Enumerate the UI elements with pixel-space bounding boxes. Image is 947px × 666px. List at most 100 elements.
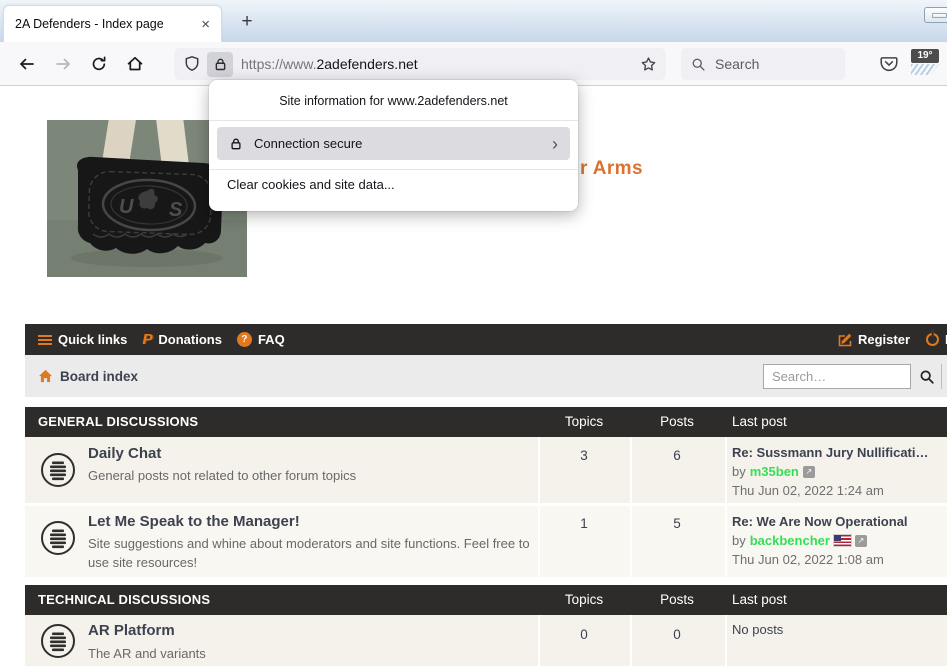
url-scheme: https://www.	[241, 56, 316, 72]
lock-icon-button[interactable]	[207, 52, 233, 77]
column-header-lastpost: Last post	[732, 407, 787, 437]
browser-tab[interactable]: 2A Defenders - Index page ×	[3, 5, 222, 42]
donations-button[interactable]: P Donations	[142, 332, 222, 347]
lastpost-time: Thu Jun 02, 2022 1:24 am	[732, 481, 944, 500]
tab-strip: 2A Defenders - Index page × +	[0, 0, 947, 42]
lock-icon	[229, 137, 243, 151]
site-info-popup: Site information for www.2adefenders.net…	[209, 80, 578, 211]
url-domain: 2adefenders.net	[316, 56, 417, 72]
lastpost-byline: by backbencher ↗	[732, 531, 944, 550]
forum-row-manager: Let Me Speak to the Manager! Site sugges…	[25, 506, 947, 577]
forum-navbar: Quick links P Donations ? FAQ Register	[25, 324, 947, 355]
popup-divider	[209, 169, 578, 170]
forum-description: Site suggestions and whine about moderat…	[88, 534, 533, 572]
by-label: by	[732, 462, 746, 481]
address-bar[interactable]: https://www.2adefenders.net	[174, 48, 666, 80]
weather-extension-icon[interactable]: 19°	[911, 49, 939, 75]
hamburger-icon	[38, 335, 52, 345]
by-label: by	[732, 531, 746, 550]
lastpost-title-link[interactable]: Re: We Are Now Operational	[732, 512, 944, 531]
browser-search-bar[interactable]: Search	[681, 48, 845, 80]
browser-window: 2A Defenders - Index page × + ht	[0, 0, 947, 666]
lastpost-author-link[interactable]: backbencher	[750, 531, 830, 550]
lock-icon	[213, 57, 228, 72]
topics-count: 0	[534, 627, 634, 642]
connection-secure-row[interactable]: Connection secure ›	[217, 127, 570, 160]
lastpost-author-link[interactable]: m35ben	[750, 462, 799, 481]
register-button[interactable]: Register	[838, 332, 910, 347]
new-tab-button[interactable]: +	[235, 10, 259, 34]
back-arrow-icon	[18, 55, 36, 73]
board-index-link[interactable]: Board index	[38, 355, 138, 397]
column-header-topics: Topics	[534, 407, 634, 437]
tab-title: 2A Defenders - Index page	[15, 17, 198, 31]
category-header-technical: TECHNICAL DISCUSSIONS Topics Posts Last …	[25, 585, 947, 615]
forward-button[interactable]	[48, 49, 78, 79]
forum-title-link[interactable]: AR Platform	[88, 622, 175, 639]
browser-search-placeholder: Search	[715, 56, 759, 72]
home-button[interactable]	[120, 49, 150, 79]
forum-row-ar-platform: AR Platform The AR and variants 0 0 No p…	[25, 615, 947, 666]
faq-button[interactable]: ? FAQ	[237, 332, 285, 347]
lastpost-title-link[interactable]: Re: Sussmann Jury Nullificati…	[732, 443, 944, 462]
forum-title-link[interactable]: Let Me Speak to the Manager!	[88, 513, 300, 530]
column-separator	[725, 437, 727, 503]
popup-title: Site information for www.2adefenders.net	[209, 80, 578, 108]
lastpost-time: Thu Jun 02, 2022 1:08 am	[732, 550, 944, 569]
search-divider	[941, 364, 942, 389]
tab-close-icon[interactable]: ×	[198, 17, 213, 32]
category-name: TECHNICAL DISCUSSIONS	[38, 585, 210, 615]
board-index-label: Board index	[60, 369, 138, 384]
minimize-icon	[932, 13, 947, 18]
url-text: https://www.2adefenders.net	[241, 56, 634, 72]
paypal-icon: P	[142, 332, 152, 347]
category-header-general: GENERAL DISCUSSIONS Topics Posts Last po…	[25, 407, 947, 437]
posts-count: 6	[627, 448, 727, 463]
quick-links-button[interactable]: Quick links	[38, 332, 127, 347]
back-button[interactable]	[12, 49, 42, 79]
forward-arrow-icon	[54, 55, 72, 73]
posts-count: 0	[627, 627, 727, 642]
category-name: GENERAL DISCUSSIONS	[38, 407, 198, 437]
goto-post-icon[interactable]: ↗	[855, 535, 867, 547]
column-header-posts: Posts	[627, 407, 727, 437]
donations-label: Donations	[158, 332, 222, 347]
question-icon: ?	[237, 332, 252, 347]
logo-letter-s: S	[169, 199, 183, 221]
forum-row-daily-chat: Daily Chat General posts not related to …	[25, 437, 947, 503]
column-header-lastpost: Last post	[732, 585, 787, 615]
posts-count: 5	[627, 516, 727, 531]
column-separator	[538, 437, 540, 503]
forum-search-input[interactable]	[763, 364, 911, 389]
goto-post-icon[interactable]: ↗	[803, 466, 815, 478]
forum-icon	[40, 452, 76, 488]
reload-icon	[90, 55, 108, 73]
clear-cookies-row[interactable]: Clear cookies and site data...	[227, 177, 395, 192]
window-minimize-button[interactable]	[924, 7, 947, 23]
forum-title-link[interactable]: Daily Chat	[88, 445, 161, 462]
forum-search-button[interactable]	[913, 364, 941, 389]
home-icon	[126, 55, 144, 73]
bookmark-star-icon[interactable]	[640, 56, 657, 73]
home-icon	[38, 369, 53, 383]
search-icon	[691, 57, 706, 72]
reload-button[interactable]	[84, 49, 114, 79]
register-label: Register	[858, 332, 910, 347]
faq-label: FAQ	[258, 332, 285, 347]
tracking-shield-icon[interactable]	[183, 55, 201, 73]
lastpost-byline: by m35ben ↗	[732, 462, 944, 481]
login-button[interactable]: Login	[926, 332, 947, 347]
quick-links-label: Quick links	[58, 332, 127, 347]
pocket-icon[interactable]	[879, 54, 899, 74]
topics-count: 3	[534, 448, 634, 463]
connection-secure-label: Connection secure	[254, 136, 362, 151]
site-slogan: r Arms	[580, 158, 643, 180]
column-header-posts: Posts	[627, 585, 727, 615]
compose-icon	[838, 333, 852, 347]
power-icon	[926, 333, 939, 346]
topics-count: 1	[534, 516, 634, 531]
breadcrumb-bar: Board index	[25, 355, 947, 397]
rain-icon	[911, 64, 939, 75]
logo-letter-u: U	[119, 196, 134, 218]
forum-icon	[40, 520, 76, 556]
